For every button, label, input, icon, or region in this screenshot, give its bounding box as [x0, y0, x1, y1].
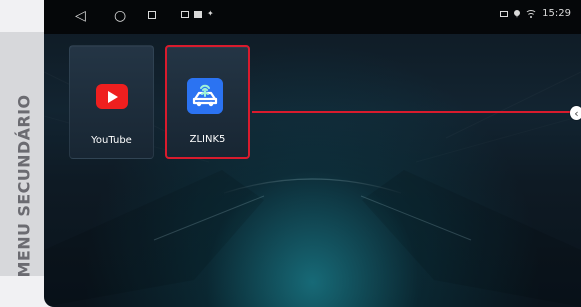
- signal-icon: ✦: [207, 9, 214, 18]
- youtube-icon: [96, 84, 128, 109]
- app-tile-youtube[interactable]: YouTube: [69, 45, 154, 159]
- status-time: 15:29: [542, 8, 571, 19]
- side-panel-label: MENU SECUNDÁRIO: [14, 94, 34, 278]
- message-icon: [194, 10, 202, 18]
- app-label-zlink5: ZLINK5: [189, 134, 226, 145]
- chevron-left-icon[interactable]: ‹: [570, 106, 581, 120]
- status-mini-icons: ✦: [181, 10, 214, 18]
- highlight-connector-line: [252, 111, 578, 113]
- status-right: 15:29: [500, 8, 571, 20]
- app-tile-zlink5[interactable]: ZLINK5: [165, 45, 250, 159]
- zlink-icon: [187, 78, 223, 114]
- home-icon[interactable]: ○: [114, 7, 126, 25]
- status-bar: ◁ ○ ✦ 15:29: [44, 0, 581, 34]
- back-icon[interactable]: ◁: [75, 7, 86, 25]
- location-icon: [514, 10, 521, 18]
- page: MENU SECUNDÁRIO ◁ ○ ✦ 15:29 YouTube ZLIN…: [0, 0, 581, 307]
- screen-mirror-icon: [181, 10, 189, 18]
- app-label-youtube: YouTube: [91, 135, 132, 146]
- side-panel: MENU SECUNDÁRIO: [0, 32, 48, 278]
- wifi-icon: [525, 10, 538, 18]
- car-screen: ◁ ○ ✦ 15:29 YouTube ZLINK5 ‹: [44, 0, 581, 307]
- recents-icon[interactable]: [148, 11, 156, 19]
- battery-icon: [500, 11, 509, 17]
